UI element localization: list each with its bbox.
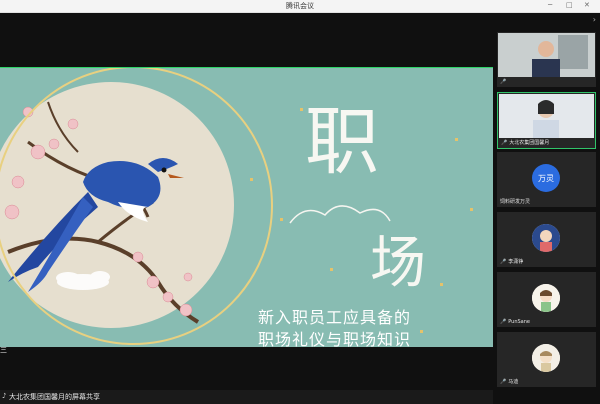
participant-avatar: 万灵 (532, 164, 560, 192)
cartoon-avatar (532, 224, 560, 252)
gold-speck (330, 268, 333, 271)
gold-speck (280, 218, 283, 221)
close-icon[interactable]: ✕ (584, 1, 590, 9)
participant-panel: › 🎤 🎤 大北农集团国馨月 万灵 饲料研发万灵 🎤 李潇铮 🎤 PunSane… (493, 13, 600, 404)
participant-avatar (532, 224, 560, 252)
title-bar: 腾讯会议 ─ □ ✕ (0, 0, 600, 13)
screen-share-indicator: ♪ 大北农集团国馨月的屏幕共享 (0, 390, 493, 404)
gold-speck (455, 138, 458, 141)
slide-subtitle-line1: 新入职员工应具备的 (258, 308, 412, 327)
share-owner-label: 大北农集团国馨月的屏幕共享 (9, 393, 100, 401)
participant-tile[interactable]: 🎤 李潇铮 (497, 212, 596, 267)
participant-video (499, 94, 594, 138)
maximize-icon[interactable]: □ (566, 1, 573, 9)
gold-speck (300, 108, 303, 111)
slide-subtitle-line2: 职场礼仪与职场知识 (258, 330, 412, 347)
participant-tile[interactable]: 🎤 马迪 (497, 332, 596, 387)
gold-speck (470, 208, 473, 211)
gold-speck (420, 330, 423, 333)
cartoon-avatar (532, 284, 560, 312)
participant-name: 🎤 (500, 79, 507, 85)
minimize-icon[interactable]: ─ (548, 1, 552, 9)
participant-name: 🎤 大北农集团国馨月 (501, 140, 550, 146)
video-feed-person (498, 33, 595, 77)
collapse-panel-icon[interactable]: › (593, 15, 596, 24)
participant-name: 🎤 李潇铮 (500, 259, 524, 265)
participant-tile[interactable]: 🎤 (497, 32, 596, 87)
menu-icon[interactable]: 三 (0, 345, 7, 355)
gold-speck (250, 178, 253, 181)
cartoon-avatar (532, 344, 560, 372)
video-feed-person (499, 94, 594, 138)
slide-big-character-2: 场 (370, 231, 426, 296)
slide-big-character-1: 职 (305, 99, 379, 185)
gold-speck (440, 283, 443, 286)
participant-video (498, 33, 595, 77)
shared-slide: 职 场 新入职员工应具备的 职场礼仪与职场知识 (0, 68, 493, 347)
mic-icon: ♪ (2, 392, 7, 400)
participant-name: 饲料研发万灵 (500, 199, 531, 205)
participant-avatar (532, 284, 560, 312)
window-title: 腾讯会议 (286, 2, 314, 10)
participant-name: 🎤 PunSane (500, 319, 530, 325)
participant-tile[interactable]: 🎤 PunSane (497, 272, 596, 327)
gold-ring (0, 68, 273, 345)
participant-tile[interactable]: 万灵 饲料研发万灵 (497, 152, 596, 207)
participant-tile-active-speaker[interactable]: 🎤 大北农集团国馨月 (497, 92, 596, 149)
participant-avatar (532, 344, 560, 372)
participant-name: 🎤 马迪 (500, 379, 519, 385)
